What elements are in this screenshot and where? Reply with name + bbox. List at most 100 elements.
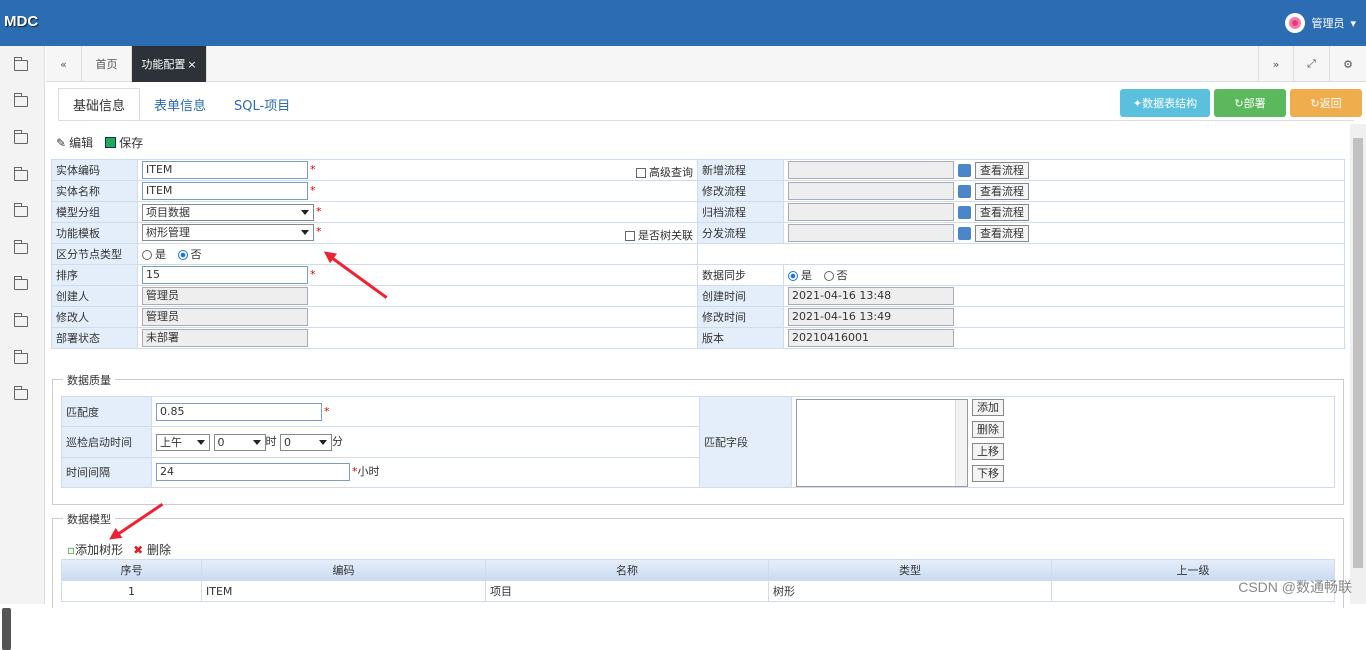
main-panel: 基础信息 表单信息 SQL-项目 ✦ 数据表结构 ↻ 部署 ↻ 返回 ✎ 编辑 保存 实… [46,82,1366,608]
folder-icon[interactable] [14,57,28,71]
quality-table: 匹配度 0.85 * 匹配字段 添加 删除 上移 下移 巡检启动时间 上午 0 … [61,395,1335,489]
data-sync-no-radio[interactable]: 否 [823,269,848,282]
cell: 树形 [768,580,1052,602]
data-model-fieldset: 数据模型 ▫添加树形 ✖ 删除 序号 编码 名称 类型 上一级 1 ITEM 项… [52,511,1344,608]
basic-form: 实体编码 ITEM * 高级查询 新增流程 查看流程 实体名称 ITEM * 修改流… [51,159,1345,349]
creator-label: 创建人 [51,285,138,307]
hour-select[interactable]: 0 [213,433,266,451]
folder-icon[interactable] [14,240,28,254]
tab-form-info[interactable]: 表单信息 [140,88,220,120]
model-group-label: 模型分组 [51,201,138,223]
ampm-select[interactable]: 上午 [156,433,210,451]
add-icon: ▫ [67,543,76,557]
data-model-legend: 数据模型 [63,511,115,527]
save-button[interactable]: 保存 [105,134,143,151]
node-type-no-radio[interactable]: 否 [177,248,202,261]
refresh-icon[interactable] [958,205,971,219]
interval-unit: 小时 [357,465,380,479]
creator-field: 管理员 [142,287,308,305]
folder-icon[interactable] [14,203,28,217]
node-type-yes-radio[interactable]: 是 [142,248,166,261]
close-icon[interactable]: × [187,58,196,71]
advanced-query-checkbox[interactable]: 高级查询 [636,164,693,180]
add-tree-button[interactable]: ▫添加树形 [67,541,123,558]
side-scroll-handle[interactable] [2,608,11,650]
modifier-field: 管理员 [142,308,308,326]
interval-label: 时间间隔 [61,456,152,489]
folder-icon[interactable] [14,276,28,290]
add-field-button[interactable]: 添加 [972,399,1004,416]
floppy-icon [105,137,117,148]
dist-flow-label: 分发流程 [697,222,784,244]
tab-prev-icon[interactable]: « [46,46,82,82]
order-label: 排序 [51,264,138,286]
minute-unit: 分 [332,435,343,449]
cell: 项目 [485,580,769,602]
entity-code-input[interactable]: ITEM [142,160,308,179]
new-flow-input[interactable] [788,161,954,179]
tab-current-label: 功能配置 [141,58,186,71]
edit-flow-label: 修改流程 [697,180,784,202]
modify-time-label: 修改时间 [697,306,784,328]
tab-next-icon[interactable]: » [1258,46,1294,82]
interval-input[interactable]: 24 [156,463,350,482]
entity-name-input[interactable]: ITEM [142,182,308,200]
delete-field-button[interactable]: 删除 [972,421,1004,438]
func-template-select[interactable]: 树形管理 [142,223,314,241]
col-header[interactable]: 名称 [485,559,769,581]
table-row[interactable]: 1 ITEM 项目 树形 [61,580,1335,602]
form-toolbar: ✎ 编辑 保存 [56,134,143,151]
tab-home[interactable]: 首页 [82,46,132,82]
hour-unit: 时 [265,435,277,449]
view-flow-button[interactable]: 查看流程 [975,224,1029,242]
data-sync-label: 数据同步 [697,264,784,286]
view-flow-button[interactable]: 查看流程 [975,161,1029,179]
folder-icon[interactable] [14,350,28,364]
user-menu[interactable]: 管理员 ▾ [1285,13,1356,33]
model-table: 序号 编码 名称 类型 上一级 1 ITEM 项目 树形 [61,559,1335,602]
col-header[interactable]: 编码 [201,559,486,581]
gear-icon[interactable]: ⚙ [1330,46,1366,82]
move-down-button[interactable]: 下移 [972,465,1004,482]
folder-icon[interactable] [14,167,28,181]
tree-assoc-checkbox[interactable]: 是否树关联 [625,227,693,243]
view-flow-button[interactable]: 查看流程 [975,203,1029,221]
data-sync-yes-radio[interactable]: 是 [788,269,812,282]
vertical-scrollbar[interactable] [1350,124,1366,604]
tab-sql-item[interactable]: SQL-项目 [220,88,304,120]
deploy-status-field: 未部署 [142,329,308,347]
folder-icon[interactable] [14,313,28,327]
data-quality-legend: 数据质量 [63,372,115,388]
col-header[interactable]: 类型 [768,559,1052,581]
edit-flow-input[interactable] [788,182,954,200]
pencil-icon: ✎ [56,135,67,150]
version-label: 版本 [697,327,784,349]
move-up-button[interactable]: 上移 [972,443,1004,460]
refresh-icon[interactable] [958,184,971,198]
fullscreen-icon[interactable]: ⤢ [1294,46,1330,82]
delete-button[interactable]: ✖ 删除 [133,541,171,558]
archive-flow-input[interactable] [788,203,954,221]
refresh-icon[interactable] [958,163,971,177]
order-input[interactable]: 15 [142,266,308,284]
view-flow-button[interactable]: 查看流程 [975,182,1029,200]
folder-icon[interactable] [14,93,28,107]
folder-icon[interactable] [14,130,28,144]
match-fields-list[interactable] [796,399,968,487]
refresh-icon[interactable] [958,226,971,240]
deploy-button[interactable]: ↻ 部署 [1214,89,1286,117]
dist-flow-input[interactable] [788,224,954,242]
folder-icon[interactable] [14,386,28,400]
table-structure-button[interactable]: ✦ 数据表结构 [1120,89,1210,117]
sidebar [0,46,45,650]
back-button[interactable]: ↻ 返回 [1290,89,1362,117]
tab-basic-info[interactable]: 基础信息 [58,88,141,120]
col-header[interactable]: 序号 [61,559,202,581]
tab-current[interactable]: 功能配置 × [132,46,207,82]
edit-button[interactable]: ✎ 编辑 [56,134,93,151]
match-input[interactable]: 0.85 [156,402,322,421]
model-group-select[interactable]: 项目数据 [142,203,314,221]
func-template-label: 功能模板 [51,222,138,244]
version-field: 20210416001 [788,329,954,347]
minute-select[interactable]: 0 [280,433,332,451]
